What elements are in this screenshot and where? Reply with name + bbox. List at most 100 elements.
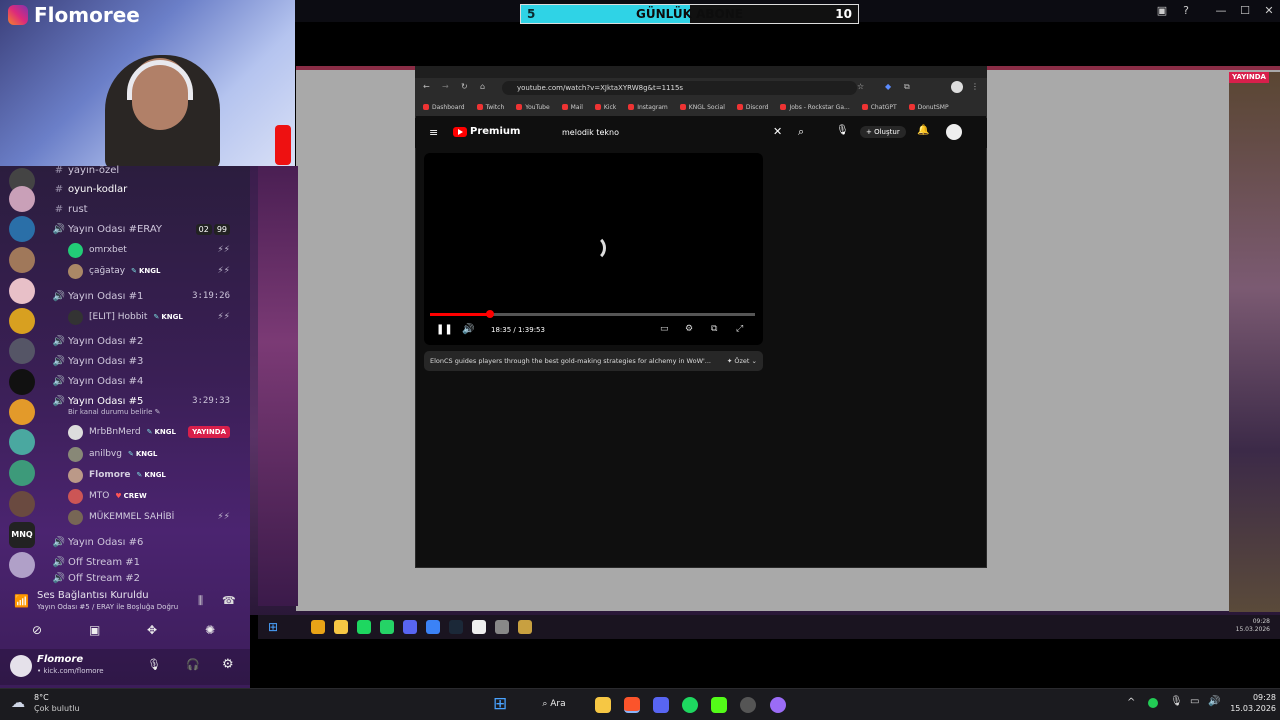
video-progress-bar[interactable] — [430, 310, 755, 318]
avatar[interactable] — [10, 655, 32, 677]
channel-voice[interactable]: 🔊 Off Stream #1 — [52, 552, 140, 572]
server-icon[interactable] — [9, 278, 35, 304]
server-icon[interactable] — [9, 369, 35, 395]
minimize-icon[interactable]: — — [1214, 4, 1228, 18]
voice-user[interactable]: omrxbet ⚡⚡ — [68, 240, 240, 260]
server-icon[interactable] — [9, 216, 35, 242]
server-icon[interactable] — [9, 399, 35, 425]
channel-voice[interactable]: 🔊 Yayın Odası #1 3:19:26 — [52, 286, 240, 306]
weather-desc[interactable]: Çok bulutlu — [34, 704, 80, 713]
channel-voice[interactable]: 🔊 Yayın Odası #ERAY 02 99 — [52, 219, 240, 239]
fullscreen-icon[interactable]: ⤢ — [736, 324, 743, 334]
channel-voice[interactable]: 🔊 Off Stream #2 — [52, 572, 140, 584]
server-icon[interactable] — [9, 460, 35, 486]
maximize-icon[interactable]: ☐ — [1238, 4, 1252, 18]
channel-text[interactable]: # rust — [52, 199, 88, 219]
settings-icon[interactable]: ⚙ — [222, 657, 234, 672]
video-off-icon[interactable]: ⊘ — [32, 623, 42, 637]
soundboard-icon[interactable]: ✺ — [205, 623, 215, 637]
close-icon[interactable]: ✕ — [1262, 4, 1276, 18]
bookmark[interactable]: Instagram — [628, 104, 668, 111]
summary-button[interactable]: ✦ Özet ⌄ — [727, 351, 757, 371]
server-icon[interactable] — [9, 247, 35, 273]
app-icon[interactable] — [740, 697, 756, 713]
bookmark[interactable]: Dashboard — [423, 104, 465, 111]
file-explorer-icon[interactable] — [595, 697, 611, 713]
channel-voice[interactable]: 🔊 Yayın Odası #4 — [52, 371, 144, 391]
channel-text[interactable]: # yayın-özel — [52, 160, 119, 180]
voice-user[interactable]: anilbvg ✎ KNGL — [68, 444, 240, 464]
voice-user[interactable]: MÜKEMMEL SAHİBİ ⚡⚡ — [68, 507, 240, 527]
bookmark[interactable]: ChatGPT — [862, 104, 897, 111]
microphone-icon[interactable]: 🎙 — [836, 125, 849, 136]
kick-icon[interactable] — [711, 697, 727, 713]
disconnect-icon[interactable]: ☎ — [222, 594, 236, 607]
back-icon[interactable]: ← — [423, 82, 430, 91]
video-progress-knob[interactable] — [486, 310, 495, 318]
voice-user[interactable]: MrbBnMerd ✎ KNGL YAYINDA — [68, 422, 240, 442]
microphone-icon[interactable]: 🎙 — [147, 658, 161, 671]
activities-icon[interactable]: ✥ — [147, 623, 157, 637]
windows-start-icon[interactable]: ⊞ — [493, 694, 507, 714]
voice-user[interactable]: Flomore ✎ KNGL — [68, 465, 240, 485]
volume-icon[interactable]: 🔊 — [1208, 696, 1220, 707]
server-icon[interactable] — [9, 186, 35, 212]
server-icon[interactable] — [9, 308, 35, 334]
weather-temp[interactable]: 8°C — [34, 693, 49, 702]
avatar[interactable] — [946, 124, 962, 140]
server-icon[interactable] — [9, 491, 35, 517]
youtube-search-input[interactable]: melodik tekno — [555, 124, 792, 142]
puzzle-icon[interactable]: ⧉ — [904, 82, 910, 92]
cast-icon[interactable]: ▣ — [1155, 4, 1169, 18]
spotify-icon[interactable] — [682, 697, 698, 713]
notifications-icon[interactable]: 🔔 — [917, 125, 929, 136]
star-icon[interactable]: ☆ — [857, 82, 864, 91]
server-icon[interactable] — [9, 429, 35, 455]
forward-icon[interactable]: → — [442, 82, 449, 91]
screen-share-icon[interactable]: ▣ — [89, 623, 100, 637]
server-icon-mnq[interactable]: MNQ — [9, 522, 35, 548]
extension-icon[interactable]: ◆ — [885, 82, 891, 91]
video-summary[interactable]: ElonCS guides players through the best g… — [424, 351, 763, 371]
create-button[interactable]: + Oluştur — [860, 126, 906, 138]
discord-icon[interactable] — [653, 697, 669, 713]
voice-user[interactable]: MTO ♥ CREW — [68, 486, 240, 506]
youtube-logo[interactable]: Premium — [453, 126, 520, 137]
tray-app-icon[interactable] — [1148, 698, 1158, 708]
menu-icon[interactable]: ⋮ — [971, 82, 979, 91]
channel-voice[interactable]: 🔊 Yayın Odası #2 — [52, 331, 144, 351]
voice-user[interactable]: çağatay ✎ KNGL ⚡⚡ — [68, 261, 240, 281]
home-icon[interactable]: ⌂ — [480, 82, 485, 91]
taskbar-search[interactable]: ⌕ Ara — [527, 694, 581, 714]
soundwave-icon[interactable]: ⫼ — [198, 594, 203, 608]
help-icon[interactable]: ? — [1179, 4, 1193, 18]
reload-icon[interactable]: ↻ — [461, 82, 468, 91]
channel-status[interactable]: Bir kanal durumu belirle ✎ — [68, 408, 161, 416]
hamburger-icon[interactable]: ≡ — [429, 126, 438, 139]
obs-icon[interactable] — [770, 697, 786, 713]
brave-icon[interactable] — [624, 697, 640, 713]
server-icon[interactable] — [9, 338, 35, 364]
server-icon[interactable] — [9, 552, 35, 578]
channel-text[interactable]: # oyun-kodlar — [52, 179, 127, 199]
video-player[interactable]: ❚❚ 🔊 18:35 / 1:39:53 ▭ ⚙ ⧉ ⤢ — [424, 153, 763, 345]
search-icon[interactable]: ⌕ — [798, 125, 804, 139]
address-bar[interactable]: youtube.com/watch?v=XJktaXYRW8g&t=1115s — [502, 81, 857, 95]
network-icon[interactable]: ▭ — [1190, 696, 1199, 707]
headset-icon[interactable]: 🎧 — [186, 658, 200, 671]
pause-icon[interactable]: ❚❚ — [436, 324, 453, 335]
channel-voice[interactable]: 🔊 Yayın Odası #6 — [52, 532, 144, 552]
clear-search-icon[interactable]: ✕ — [773, 125, 782, 138]
tray-expand-icon[interactable]: ^ — [1127, 697, 1135, 708]
bookmark[interactable]: DonutSMP — [909, 104, 949, 111]
bookmark[interactable]: Kick — [595, 104, 616, 111]
browser-tab-strip[interactable] — [415, 66, 987, 78]
profile-icon[interactable] — [951, 81, 963, 93]
bookmark[interactable]: KNGL Social — [680, 104, 725, 111]
volume-icon[interactable]: 🔊 — [462, 324, 474, 335]
bookmark[interactable]: YouTube — [516, 104, 549, 111]
bookmark[interactable]: Discord — [737, 104, 769, 111]
miniplayer-icon[interactable]: ⧉ — [711, 324, 717, 334]
bookmark[interactable]: Twitch — [477, 104, 505, 111]
bookmark[interactable]: Mail — [562, 104, 583, 111]
